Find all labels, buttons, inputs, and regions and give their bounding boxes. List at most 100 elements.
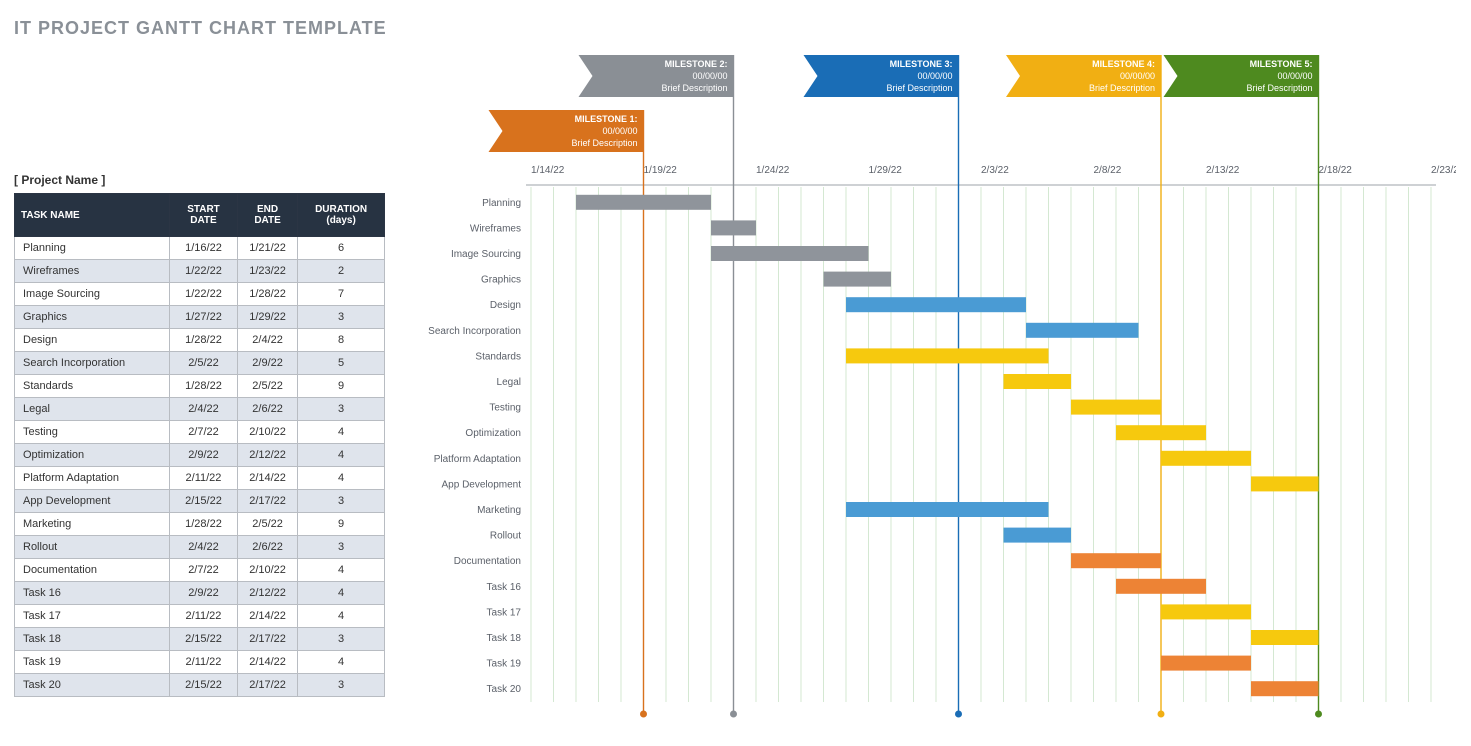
svg-text:Search Incorporation: Search Incorporation [428, 326, 521, 337]
duration-cell: 8 [298, 329, 385, 352]
duration-cell: 3 [298, 398, 385, 421]
table-row: Task 192/11/222/14/224 [15, 651, 385, 674]
svg-text:2/13/22: 2/13/22 [1206, 165, 1240, 176]
start-cell: 2/15/22 [170, 674, 238, 697]
task-name-cell: Rollout [15, 536, 170, 559]
start-cell: 2/9/22 [170, 582, 238, 605]
start-cell: 2/11/22 [170, 467, 238, 490]
end-cell: 2/14/22 [237, 651, 297, 674]
duration-cell: 3 [298, 306, 385, 329]
svg-text:Standards: Standards [475, 351, 521, 362]
table-row: Testing2/7/222/10/224 [15, 421, 385, 444]
start-cell: 1/22/22 [170, 260, 238, 283]
svg-text:Marketing: Marketing [477, 505, 521, 516]
task-name-cell: Task 16 [15, 582, 170, 605]
duration-cell: 3 [298, 628, 385, 651]
col-duration: DURATION (days) [298, 194, 385, 237]
svg-text:00/00/00: 00/00/00 [1120, 71, 1155, 81]
svg-text:Task 20: Task 20 [487, 684, 522, 695]
table-row: Task 162/9/222/12/224 [15, 582, 385, 605]
duration-cell: 3 [298, 674, 385, 697]
duration-cell: 4 [298, 559, 385, 582]
svg-text:2/23/22: 2/23/22 [1431, 165, 1456, 176]
end-cell: 1/23/22 [237, 260, 297, 283]
start-cell: 1/28/22 [170, 375, 238, 398]
svg-text:Task 18: Task 18 [487, 633, 522, 644]
start-cell: 2/7/22 [170, 421, 238, 444]
start-cell: 2/9/22 [170, 444, 238, 467]
task-name-cell: Standards [15, 375, 170, 398]
svg-text:00/00/00: 00/00/00 [917, 71, 952, 81]
table-row: Wireframes1/22/221/23/222 [15, 260, 385, 283]
task-name-cell: Planning [15, 237, 170, 260]
task-name-cell: Task 19 [15, 651, 170, 674]
task-name-cell: Search Incorporation [15, 352, 170, 375]
duration-cell: 3 [298, 536, 385, 559]
duration-cell: 4 [298, 651, 385, 674]
svg-text:Platform Adaptation: Platform Adaptation [434, 454, 521, 465]
start-cell: 2/7/22 [170, 559, 238, 582]
page-title: IT PROJECT GANTT CHART TEMPLATE [0, 0, 1471, 43]
svg-text:Rollout: Rollout [490, 531, 521, 542]
svg-text:Planning: Planning [482, 198, 521, 209]
end-cell: 2/5/22 [237, 513, 297, 536]
end-cell: 2/12/22 [237, 582, 297, 605]
end-cell: 2/5/22 [237, 375, 297, 398]
table-row: Task 182/15/222/17/223 [15, 628, 385, 651]
svg-text:App Development: App Development [442, 479, 522, 490]
end-cell: 2/14/22 [237, 605, 297, 628]
svg-text:Brief Description: Brief Description [1246, 83, 1312, 93]
svg-text:2/18/22: 2/18/22 [1319, 165, 1353, 176]
start-cell: 2/15/22 [170, 628, 238, 651]
svg-text:Brief Description: Brief Description [886, 83, 952, 93]
task-name-cell: Wireframes [15, 260, 170, 283]
table-row: Platform Adaptation2/11/222/14/224 [15, 467, 385, 490]
task-name-cell: Platform Adaptation [15, 467, 170, 490]
end-cell: 2/12/22 [237, 444, 297, 467]
table-row: Search Incorporation2/5/222/9/225 [15, 352, 385, 375]
svg-text:1/29/22: 1/29/22 [869, 165, 903, 176]
end-cell: 1/29/22 [237, 306, 297, 329]
svg-text:Brief Description: Brief Description [661, 83, 727, 93]
svg-text:1/19/22: 1/19/22 [644, 165, 678, 176]
svg-text:Design: Design [490, 300, 521, 311]
duration-cell: 9 [298, 375, 385, 398]
task-name-cell: Image Sourcing [15, 283, 170, 306]
end-cell: 1/21/22 [237, 237, 297, 260]
task-name-cell: Design [15, 329, 170, 352]
task-table-header: TASK NAME START DATE END DATE DURATION (… [15, 194, 385, 237]
table-row: Rollout2/4/222/6/223 [15, 536, 385, 559]
start-cell: 2/4/22 [170, 398, 238, 421]
col-start: START DATE [170, 194, 238, 237]
end-cell: 2/4/22 [237, 329, 297, 352]
task-name-cell: App Development [15, 490, 170, 513]
duration-cell: 7 [298, 283, 385, 306]
svg-text:00/00/00: 00/00/00 [1277, 71, 1312, 81]
duration-cell: 6 [298, 237, 385, 260]
duration-cell: 5 [298, 352, 385, 375]
svg-text:Task 16: Task 16 [487, 582, 522, 593]
end-cell: 2/6/22 [237, 398, 297, 421]
table-row: Documentation2/7/222/10/224 [15, 559, 385, 582]
start-cell: 1/22/22 [170, 283, 238, 306]
table-row: Legal2/4/222/6/223 [15, 398, 385, 421]
task-table: TASK NAME START DATE END DATE DURATION (… [14, 193, 385, 697]
duration-cell: 4 [298, 605, 385, 628]
start-cell: 1/16/22 [170, 237, 238, 260]
start-cell: 1/27/22 [170, 306, 238, 329]
svg-text:MILESTONE 3:: MILESTONE 3: [890, 59, 953, 69]
duration-cell: 4 [298, 467, 385, 490]
svg-text:MILESTONE 5:: MILESTONE 5: [1250, 59, 1313, 69]
table-row: Optimization2/9/222/12/224 [15, 444, 385, 467]
duration-cell: 4 [298, 444, 385, 467]
end-cell: 2/17/22 [237, 674, 297, 697]
svg-text:MILESTONE 4:: MILESTONE 4: [1092, 59, 1155, 69]
svg-text:Documentation: Documentation [454, 556, 521, 567]
task-name-cell: Marketing [15, 513, 170, 536]
duration-cell: 4 [298, 582, 385, 605]
start-cell: 1/28/22 [170, 513, 238, 536]
svg-text:Graphics: Graphics [481, 275, 521, 286]
svg-text:2/8/22: 2/8/22 [1094, 165, 1122, 176]
start-cell: 2/4/22 [170, 536, 238, 559]
end-cell: 2/10/22 [237, 559, 297, 582]
